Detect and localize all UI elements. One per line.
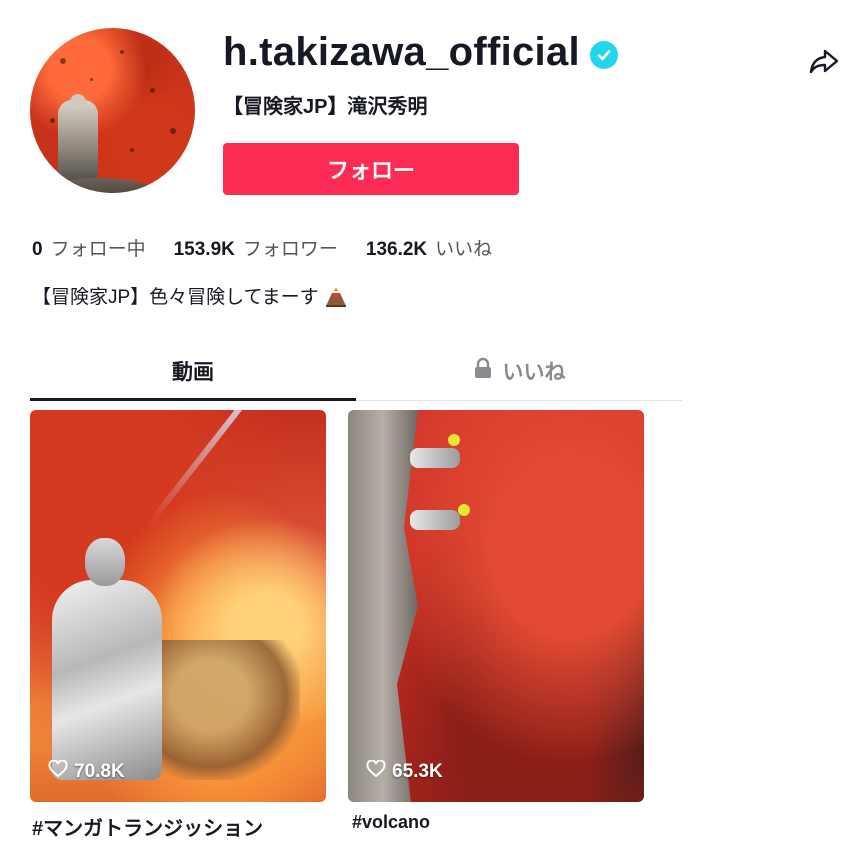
video-caption[interactable]: #volcano	[352, 812, 430, 833]
active-tab-indicator	[30, 398, 356, 401]
video-likes-count: 65.3K	[392, 761, 443, 782]
verified-badge-icon	[589, 40, 618, 69]
tab-liked[interactable]: いいね	[356, 344, 682, 398]
tab-liked-label: いいね	[502, 361, 566, 384]
following-stat[interactable]: 0 フォロー中	[32, 234, 146, 261]
heart-outline-icon	[48, 759, 68, 784]
username: h.takizawa_official	[223, 30, 580, 74]
follow-button[interactable]: フォロー	[223, 143, 519, 195]
bio-text: 【冒険家JP】色々冒険してまーす	[32, 287, 319, 308]
likes-stat: 136.2K いいね	[366, 234, 492, 261]
volcano-icon	[323, 283, 349, 309]
likes-label: いいね	[435, 239, 493, 260]
tab-videos-label: 動画	[172, 361, 214, 384]
profile-stats: 0 フォロー中 153.9K フォロワー 136.2K いいね	[32, 234, 492, 261]
username-row: h.takizawa_official	[223, 30, 618, 75]
followers-stat[interactable]: 153.9K フォロワー	[174, 234, 338, 261]
tab-videos[interactable]: 動画	[30, 344, 356, 398]
video-likes: 65.3K	[366, 759, 443, 784]
bio: 【冒険家JP】色々冒険してまーす	[32, 282, 349, 309]
nickname: 【冒険家JP】滝沢秀明	[223, 96, 428, 118]
following-label: フォロー中	[50, 239, 146, 260]
video-caption[interactable]: #マンガトランジッション	[32, 812, 263, 841]
following-count: 0	[32, 239, 43, 260]
profile-tabs: 動画 いいね	[30, 344, 682, 401]
likes-count: 136.2K	[365, 239, 428, 260]
video-card[interactable]: 70.8K	[30, 410, 326, 802]
avatar[interactable]	[30, 28, 195, 193]
heart-outline-icon	[366, 759, 386, 784]
lock-icon	[473, 357, 493, 385]
video-likes-count: 70.8K	[74, 761, 125, 782]
video-card[interactable]: 65.3K	[348, 410, 644, 802]
followers-label: フォロワー	[242, 239, 338, 260]
video-likes: 70.8K	[48, 759, 125, 784]
followers-count: 153.9K	[173, 239, 235, 260]
profile-page: h.takizawa_official 【冒険家JP】滝沢秀明 フォロー 0 フ…	[0, 0, 845, 845]
share-icon[interactable]	[807, 44, 841, 78]
